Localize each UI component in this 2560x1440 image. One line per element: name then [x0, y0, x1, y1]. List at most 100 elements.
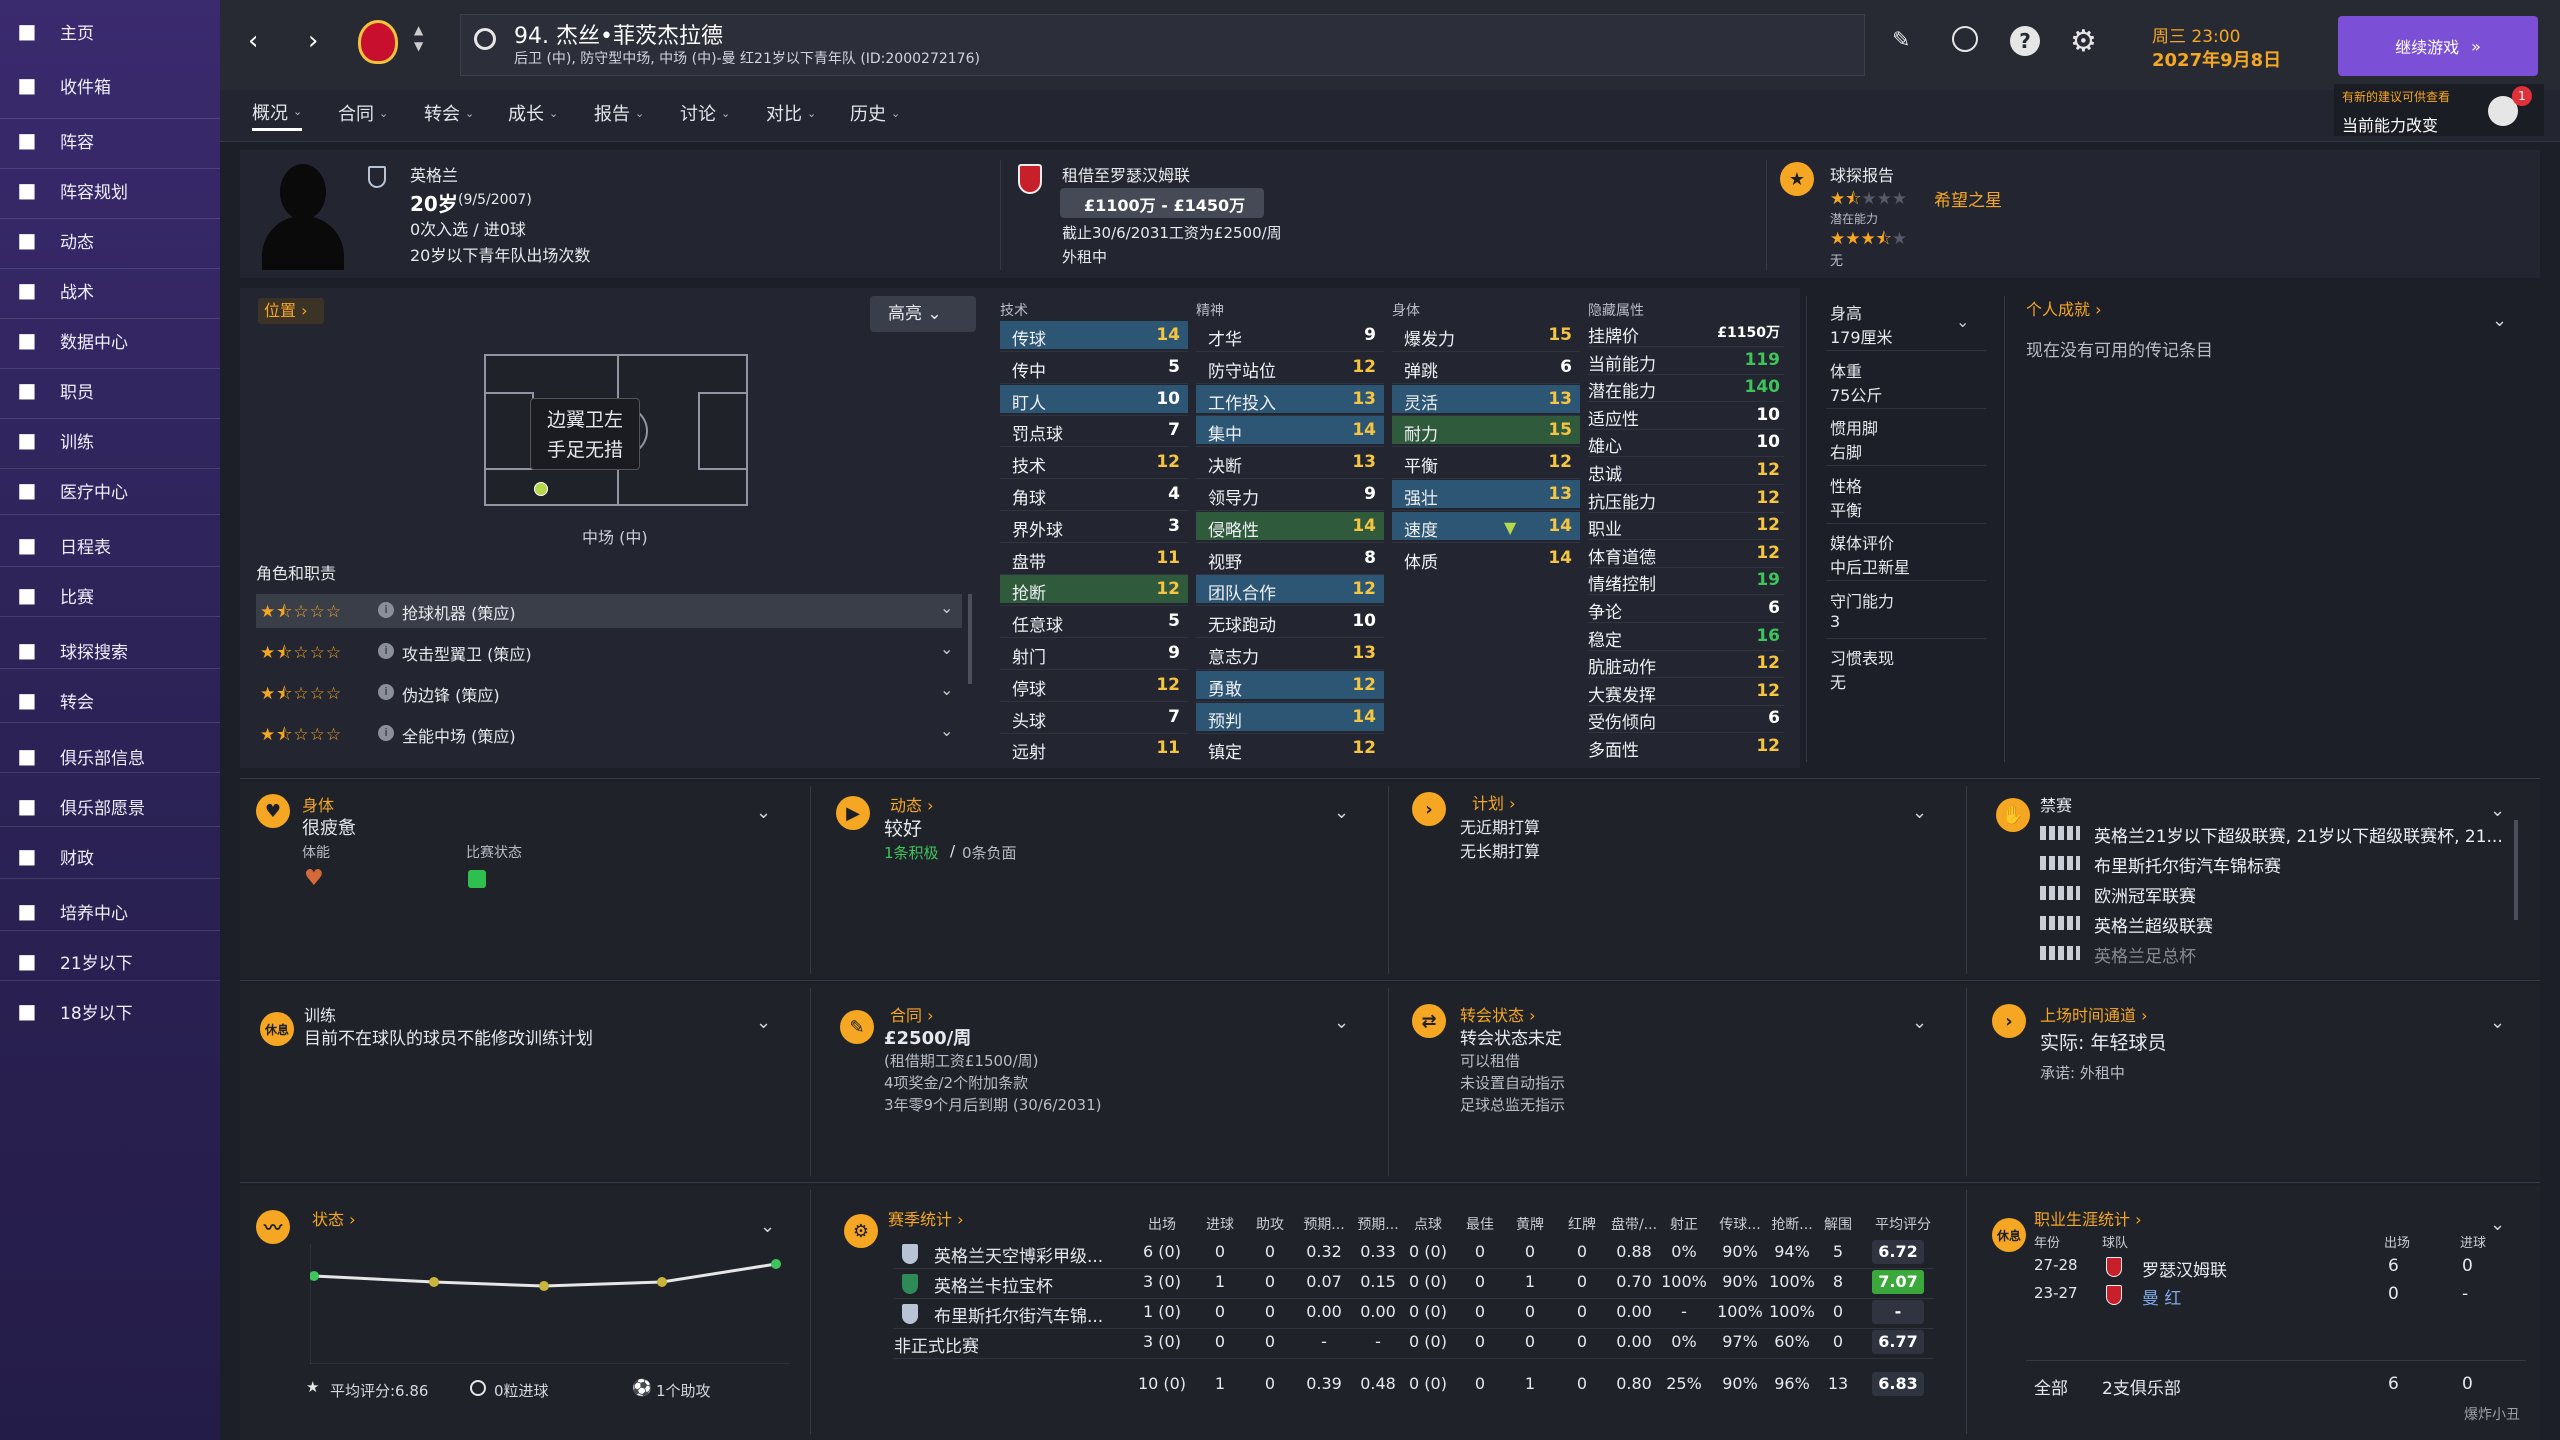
form-point[interactable] — [429, 1277, 439, 1287]
tab-3[interactable]: 成长 ⌄ — [508, 95, 558, 131]
sidebar-item-16[interactable]: ■ 财政 — [0, 833, 220, 879]
body-title[interactable]: 身体 — [302, 792, 334, 816]
playtime-expand-icon[interactable]: ⌄ — [2490, 1012, 2505, 1033]
bans-scrollbar[interactable] — [2514, 820, 2518, 920]
sidebar-item-12[interactable]: ■ 球探搜索 — [0, 627, 220, 673]
position-header-button[interactable]: 位置 › — [258, 298, 324, 324]
career-col-team: 球队 — [2102, 1236, 2129, 1251]
sidebar-item-13[interactable]: ■ 转会 — [0, 677, 220, 723]
playtime-title[interactable]: 上场时间通道 › — [2040, 1002, 2148, 1026]
tab-6[interactable]: 对比 ⌄ — [766, 95, 816, 131]
sidebar-item-18[interactable]: ■ 21岁以下 — [0, 938, 220, 984]
sidebar-item-6[interactable]: ■ 数据中心 — [0, 317, 220, 363]
competition-name[interactable]: 英格兰卡拉宝杯 — [934, 1272, 1053, 1297]
sidebar-item-7[interactable]: ■ 职员 — [0, 367, 220, 413]
settings-gear-icon[interactable]: ⚙ — [2070, 24, 2097, 59]
form-title[interactable]: 状态 › — [312, 1206, 356, 1230]
info-icon[interactable]: i — [378, 684, 394, 700]
competition-name[interactable]: 英格兰天空博彩甲级... — [934, 1242, 1103, 1267]
info-icon[interactable]: i — [378, 602, 394, 618]
dynamics-expand-icon[interactable]: ⌄ — [1334, 802, 1349, 823]
chevron-down-icon[interactable]: ⌄ — [940, 598, 953, 617]
edit-icon[interactable]: ✎ — [1892, 28, 1910, 53]
career-team[interactable]: 曼 红 — [2142, 1284, 2181, 1309]
sidebar-item-4[interactable]: ■ 动态 — [0, 217, 220, 263]
sidebar-item-19[interactable]: ■ 18岁以下 — [0, 988, 220, 1034]
training-expand-icon[interactable]: ⌄ — [756, 1012, 771, 1033]
career-team[interactable]: 罗瑟汉姆联 — [2142, 1256, 2227, 1281]
role-row[interactable]: ★⯪☆☆☆ i 攻击型翼卫 (策应) ⌄ — [256, 635, 962, 669]
plans-title[interactable]: 计划 › — [1472, 790, 1516, 814]
attr-value: 14 — [1548, 515, 1572, 536]
plans-expand-icon[interactable]: ⌄ — [1912, 802, 1927, 823]
body-card-icon: ♥ — [256, 794, 290, 828]
tab-7[interactable]: 历史 ⌄ — [850, 95, 900, 131]
transfer-title[interactable]: 转会状态 › — [1460, 1002, 1536, 1026]
form-point[interactable] — [310, 1271, 319, 1281]
club-switch-icon[interactable]: ▲ ▼ — [414, 22, 423, 54]
help-icon[interactable]: ? — [2010, 26, 2040, 56]
continue-button[interactable]: 继续游戏 » — [2338, 16, 2538, 76]
chevron-down-icon[interactable]: ⌄ — [940, 680, 953, 699]
tab-5[interactable]: 讨论 ⌄ — [680, 95, 730, 131]
career-title[interactable]: 职业生涯统计 › — [2034, 1206, 2142, 1230]
sidebar-item-15[interactable]: ■ 俱乐部愿景 — [0, 783, 220, 829]
season-col-header: 平均评分 — [1875, 1217, 1931, 1233]
achievements-label[interactable]: 个人成就 › — [2026, 296, 2102, 320]
season-stats-title[interactable]: 赛季统计 › — [888, 1206, 964, 1230]
transfer-expand-icon[interactable]: ⌄ — [1912, 1012, 1927, 1033]
form-expand-icon[interactable]: ⌄ — [760, 1216, 775, 1237]
season-cell: 0 — [1264, 1272, 1276, 1291]
contract-expand-icon[interactable]: ⌄ — [1334, 1012, 1349, 1033]
form-point[interactable] — [539, 1281, 549, 1291]
competition-name[interactable]: 非正式比赛 — [894, 1332, 979, 1357]
tab-1[interactable]: 合同 ⌄ — [338, 95, 388, 131]
tab-2[interactable]: 转会 ⌄ — [424, 95, 474, 131]
sidebar-item-5[interactable]: ■ 战术 — [0, 267, 220, 313]
trophy-icon: ■ — [17, 583, 37, 607]
role-row[interactable]: ★⯪☆☆☆ i 全能中场 (策应) ⌄ — [256, 717, 962, 751]
bans-expand-icon[interactable]: ⌄ — [2490, 800, 2505, 821]
sidebar-item-9[interactable]: ■ 医疗中心 — [0, 467, 220, 513]
season-col-header: 助攻 — [1256, 1217, 1284, 1233]
club-crest-icon[interactable] — [358, 20, 398, 64]
sidebar-item-3[interactable]: ■ 阵容规划 — [0, 167, 220, 213]
attr-value: 11 — [1156, 738, 1180, 759]
tab-4[interactable]: 报告 ⌄ — [594, 95, 644, 131]
sidebar-item-1[interactable]: ■ 收件箱 — [0, 62, 220, 108]
ban-item: 英格兰足总杯 — [2094, 947, 2196, 967]
form-point[interactable] — [771, 1259, 781, 1269]
forward-icon[interactable]: › — [308, 26, 318, 56]
scout-icon[interactable] — [1952, 26, 1978, 52]
sidebar-item-17[interactable]: ■ 培养中心 — [0, 888, 220, 934]
attr-name: 工作投入 — [1208, 393, 1276, 414]
role-row[interactable]: ★⯪☆☆☆ i 抢球机器 (策应) ⌄ — [256, 594, 962, 628]
body-expand-icon[interactable]: ⌄ — [756, 802, 771, 823]
contract-title[interactable]: 合同 › — [890, 1002, 934, 1026]
position-dot-wb-left[interactable] — [534, 482, 548, 496]
form-point[interactable] — [657, 1277, 667, 1287]
career-expand-icon[interactable]: ⌄ — [2490, 1214, 2505, 1235]
chevron-down-icon[interactable]: ⌄ — [940, 721, 953, 740]
sidebar-item-2[interactable]: ■ 阵容 — [0, 117, 220, 163]
sidebar-item-8[interactable]: ■ 训练 — [0, 417, 220, 463]
tab-0[interactable]: 概况 ⌄ — [252, 95, 303, 131]
chevron-down-icon[interactable]: ⌄ — [940, 639, 953, 658]
dynamics-title[interactable]: 动态 › — [890, 792, 934, 816]
achievements-expand-icon[interactable]: ⌄ — [2492, 310, 2507, 331]
search-icon[interactable] — [474, 28, 496, 50]
season-cell: 0 — [1264, 1374, 1276, 1393]
info-icon[interactable]: i — [378, 643, 394, 659]
competition-name[interactable]: 布里斯托尔街汽车锦... — [934, 1302, 1103, 1327]
scout-report-icon: ★ — [1780, 162, 1814, 196]
sidebar-item-11[interactable]: ■ 比赛 — [0, 572, 220, 618]
role-row[interactable]: ★⯪☆☆☆ i 伪边锋 (策应) ⌄ — [256, 676, 962, 710]
info-icon[interactable]: i — [378, 725, 394, 741]
sidebar-item-10[interactable]: ■ 日程表 — [0, 522, 220, 568]
roles-scrollbar[interactable] — [968, 594, 972, 684]
highlight-dropdown[interactable]: 高亮 ⌄ — [870, 296, 976, 332]
sidebar-item-0[interactable]: ■ 主页 — [0, 8, 220, 54]
height-dropdown-icon[interactable]: ⌄ — [1956, 312, 1969, 331]
back-icon[interactable]: ‹ — [248, 26, 258, 56]
info-foot-value: 右脚 — [1830, 443, 1863, 462]
